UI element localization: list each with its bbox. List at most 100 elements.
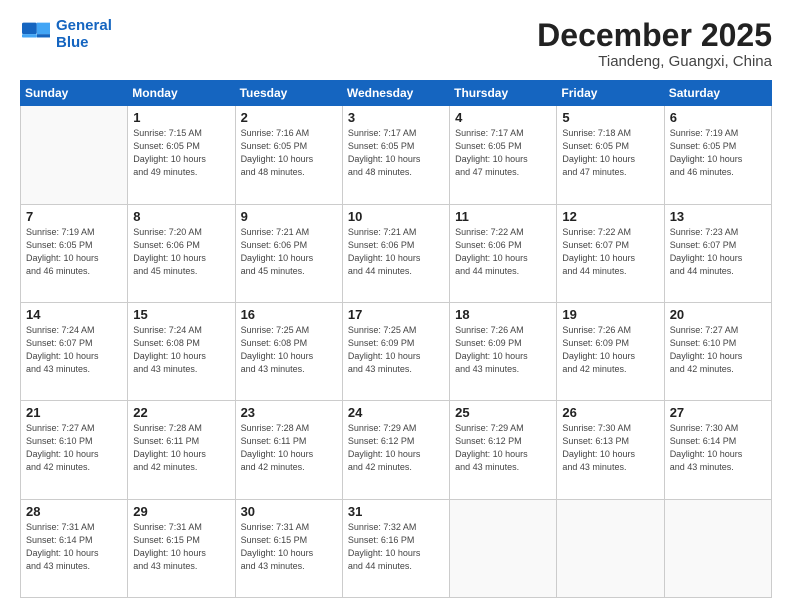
day-info: Sunrise: 7:31 AMSunset: 6:15 PMDaylight:… [241,521,337,573]
calendar-cell: 6 Sunrise: 7:19 AMSunset: 6:05 PMDaylight… [664,106,771,204]
week-row-2: 14Sunrise: 7:24 AMSunset: 6:07 PMDayligh… [21,302,772,400]
day-number: 27 [670,405,766,420]
page: General Blue December 2025 Tiandeng, Gua… [0,0,792,612]
day-info: Sunrise: 7:25 AMSunset: 6:08 PMDaylight:… [241,324,337,376]
day-number: 10 [348,209,444,224]
day-info: Sunrise: 7:27 AMSunset: 6:10 PMDaylight:… [670,324,766,376]
calendar-cell: 15 Sunrise: 7:24 AMSunset: 6:08 PMDayligh… [128,302,235,400]
calendar-cell [450,499,557,597]
calendar-header-thursday: Thursday [450,81,557,106]
calendar-header-saturday: Saturday [664,81,771,106]
calendar-cell: 31Sunrise: 7:32 AMSunset: 6:16 PMDayligh… [342,499,449,597]
day-info: Sunrise: 7:22 AMSunset: 6:07 PMDaylight:… [562,226,658,278]
day-number: 23 [241,405,337,420]
calendar-cell: 19Sunrise: 7:26 AMSunset: 6:09 PMDayligh… [557,302,664,400]
week-row-1: 7 Sunrise: 7:19 AMSunset: 6:05 PMDaylight… [21,204,772,302]
day-info: Sunrise: 7:28 AMSunset: 6:11 PMDaylight:… [133,422,229,474]
calendar-header-wednesday: Wednesday [342,81,449,106]
calendar-cell [21,106,128,204]
calendar-header-tuesday: Tuesday [235,81,342,106]
day-info: Sunrise: 7:25 AMSunset: 6:09 PMDaylight:… [348,324,444,376]
calendar-cell: 13Sunrise: 7:23 AMSunset: 6:07 PMDayligh… [664,204,771,302]
day-info: Sunrise: 7:30 AMSunset: 6:14 PMDaylight:… [670,422,766,474]
calendar-table: SundayMondayTuesdayWednesdayThursdayFrid… [20,80,772,598]
calendar-cell: 11 Sunrise: 7:22 AMSunset: 6:06 PMDayligh… [450,204,557,302]
day-number: 5 [562,110,658,125]
location: Tiandeng, Guangxi, China [537,53,772,70]
day-number: 17 [348,307,444,322]
calendar-cell: 1 Sunrise: 7:15 AMSunset: 6:05 PMDaylight… [128,106,235,204]
calendar-cell: 26 Sunrise: 7:30 AMSunset: 6:13 PMDayligh… [557,401,664,499]
calendar-cell: 24Sunrise: 7:29 AMSunset: 6:12 PMDayligh… [342,401,449,499]
calendar-cell: 28 Sunrise: 7:31 AMSunset: 6:14 PMDayligh… [21,499,128,597]
day-number: 3 [348,110,444,125]
day-number: 25 [455,405,551,420]
calendar-cell: 18Sunrise: 7:26 AMSunset: 6:09 PMDayligh… [450,302,557,400]
calendar-cell: 12 Sunrise: 7:22 AMSunset: 6:07 PMDayligh… [557,204,664,302]
logo-icon [20,21,52,49]
day-number: 11 [455,209,551,224]
day-info: Sunrise: 7:21 AMSunset: 6:06 PMDaylight:… [348,226,444,278]
calendar-cell: 2Sunrise: 7:16 AMSunset: 6:05 PMDaylight… [235,106,342,204]
calendar-cell: 22 Sunrise: 7:28 AMSunset: 6:11 PMDayligh… [128,401,235,499]
day-number: 7 [26,209,122,224]
calendar-cell: 30Sunrise: 7:31 AMSunset: 6:15 PMDayligh… [235,499,342,597]
day-info: Sunrise: 7:21 AMSunset: 6:06 PMDaylight:… [241,226,337,278]
calendar-cell: 29Sunrise: 7:31 AMSunset: 6:15 PMDayligh… [128,499,235,597]
calendar-cell: 20Sunrise: 7:27 AMSunset: 6:10 PMDayligh… [664,302,771,400]
day-number: 2 [241,110,337,125]
day-number: 22 [133,405,229,420]
day-info: Sunrise: 7:30 AMSunset: 6:13 PMDaylight:… [562,422,658,474]
day-number: 6 [670,110,766,125]
calendar-header-friday: Friday [557,81,664,106]
day-info: Sunrise: 7:27 AMSunset: 6:10 PMDaylight:… [26,422,122,474]
day-info: Sunrise: 7:29 AMSunset: 6:12 PMDaylight:… [348,422,444,474]
day-info: Sunrise: 7:20 AMSunset: 6:06 PMDaylight:… [133,226,229,278]
calendar-cell [664,499,771,597]
calendar-cell [557,499,664,597]
calendar-cell: 21 Sunrise: 7:27 AMSunset: 6:10 PMDayligh… [21,401,128,499]
calendar-cell: 23 Sunrise: 7:28 AMSunset: 6:11 PMDayligh… [235,401,342,499]
day-info: Sunrise: 7:17 AMSunset: 6:05 PMDaylight:… [455,127,551,179]
calendar-header-sunday: Sunday [21,81,128,106]
calendar-cell: 27 Sunrise: 7:30 AMSunset: 6:14 PMDayligh… [664,401,771,499]
day-number: 26 [562,405,658,420]
day-info: Sunrise: 7:15 AMSunset: 6:05 PMDaylight:… [133,127,229,179]
day-info: Sunrise: 7:24 AMSunset: 6:07 PMDaylight:… [26,324,122,376]
month-title: December 2025 [537,18,772,53]
day-info: Sunrise: 7:19 AMSunset: 6:05 PMDaylight:… [670,127,766,179]
logo-text: General Blue [56,18,112,51]
calendar-cell: 8 Sunrise: 7:20 AMSunset: 6:06 PMDaylight… [128,204,235,302]
week-row-3: 21 Sunrise: 7:27 AMSunset: 6:10 PMDayligh… [21,401,772,499]
day-number: 1 [133,110,229,125]
day-info: Sunrise: 7:22 AMSunset: 6:06 PMDaylight:… [455,226,551,278]
day-info: Sunrise: 7:24 AMSunset: 6:08 PMDaylight:… [133,324,229,376]
day-number: 12 [562,209,658,224]
day-info: Sunrise: 7:28 AMSunset: 6:11 PMDaylight:… [241,422,337,474]
calendar-cell: 7 Sunrise: 7:19 AMSunset: 6:05 PMDaylight… [21,204,128,302]
day-info: Sunrise: 7:29 AMSunset: 6:12 PMDaylight:… [455,422,551,474]
day-number: 4 [455,110,551,125]
calendar-cell: 9 Sunrise: 7:21 AMSunset: 6:06 PMDaylight… [235,204,342,302]
week-row-4: 28 Sunrise: 7:31 AMSunset: 6:14 PMDayligh… [21,499,772,597]
calendar-cell: 10 Sunrise: 7:21 AMSunset: 6:06 PMDayligh… [342,204,449,302]
day-info: Sunrise: 7:18 AMSunset: 6:05 PMDaylight:… [562,127,658,179]
day-info: Sunrise: 7:19 AMSunset: 6:05 PMDaylight:… [26,226,122,278]
calendar-cell: 3 Sunrise: 7:17 AMSunset: 6:05 PMDaylight… [342,106,449,204]
day-number: 8 [133,209,229,224]
day-number: 18 [455,307,551,322]
day-info: Sunrise: 7:31 AMSunset: 6:14 PMDaylight:… [26,521,122,573]
day-info: Sunrise: 7:26 AMSunset: 6:09 PMDaylight:… [562,324,658,376]
calendar-cell: 4 Sunrise: 7:17 AMSunset: 6:05 PMDaylight… [450,106,557,204]
calendar-cell: 17 Sunrise: 7:25 AMSunset: 6:09 PMDayligh… [342,302,449,400]
day-number: 9 [241,209,337,224]
day-number: 21 [26,405,122,420]
week-row-0: 1 Sunrise: 7:15 AMSunset: 6:05 PMDaylight… [21,106,772,204]
calendar-cell: 16Sunrise: 7:25 AMSunset: 6:08 PMDayligh… [235,302,342,400]
day-info: Sunrise: 7:17 AMSunset: 6:05 PMDaylight:… [348,127,444,179]
calendar-header-row: SundayMondayTuesdayWednesdayThursdayFrid… [21,81,772,106]
day-number: 28 [26,504,122,519]
day-number: 15 [133,307,229,322]
day-info: Sunrise: 7:32 AMSunset: 6:16 PMDaylight:… [348,521,444,573]
day-info: Sunrise: 7:23 AMSunset: 6:07 PMDaylight:… [670,226,766,278]
